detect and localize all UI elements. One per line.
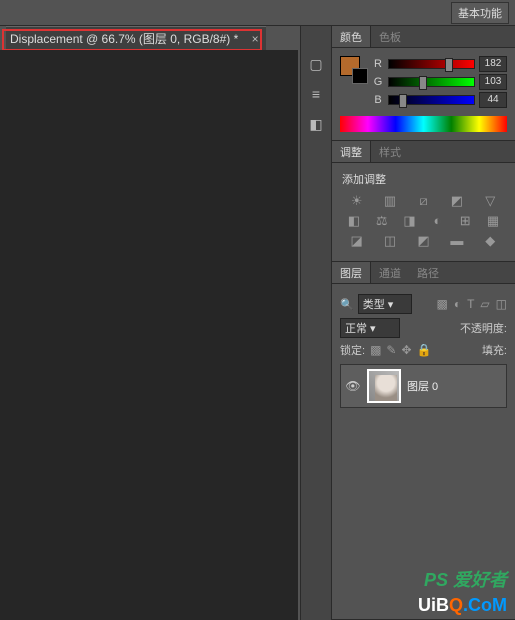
lock-all-icon[interactable]: 🔒 (417, 343, 432, 357)
info-icon[interactable]: ◧ (306, 116, 326, 136)
canvas-area[interactable] (0, 50, 298, 620)
g-label: G (372, 76, 384, 88)
hue-icon[interactable]: ◧ (346, 213, 362, 229)
visibility-icon[interactable]: 👁 (345, 379, 361, 393)
lock-pixels-icon[interactable]: ▩ (370, 343, 381, 357)
fill-label: 填充: (482, 342, 507, 358)
b-slider[interactable] (388, 95, 475, 105)
lookup-icon[interactable]: ▦ (485, 213, 501, 229)
panel-stack: 颜色 色板 R 182 G 103 (332, 26, 515, 620)
balance-icon[interactable]: ⚖ (374, 213, 390, 229)
spectrum-ramp[interactable] (340, 116, 507, 132)
b-label: B (372, 94, 384, 106)
filter-pixel-icon[interactable]: ▩ (436, 297, 447, 311)
adjustments-title: 添加调整 (342, 171, 507, 187)
properties-icon[interactable]: ≡ (306, 86, 326, 106)
invert-icon[interactable]: ◪ (349, 233, 365, 249)
filter-smart-icon[interactable]: ◫ (496, 297, 507, 311)
tab-swatches[interactable]: 色板 (371, 26, 409, 47)
g-slider[interactable] (388, 77, 475, 87)
close-icon[interactable]: × (252, 32, 259, 46)
lock-brush-icon[interactable]: ✎ (386, 343, 396, 357)
selective-color-icon[interactable]: ◆ (482, 233, 498, 249)
collapsed-panel-strip: ▢ ≡ ◧ (300, 26, 332, 620)
levels-icon[interactable]: ▥ (382, 193, 398, 209)
layer-thumbnail[interactable] (367, 369, 401, 403)
layer-row[interactable]: 👁 图层 0 (340, 364, 507, 408)
watermark-ps: PS 爱好者 (424, 566, 507, 592)
watermark-site: UiBQ.CoM (418, 595, 507, 616)
history-icon[interactable]: ▢ (306, 56, 326, 76)
gradient-map-icon[interactable]: ▬ (449, 233, 465, 249)
tab-adjustments[interactable]: 调整 (332, 141, 371, 162)
layers-panel-header: 图层 通道 路径 (332, 262, 515, 284)
g-value[interactable]: 103 (479, 74, 507, 90)
posterize-icon[interactable]: ◫ (382, 233, 398, 249)
document-tab-title: Displacement @ 66.7% (图层 0, RGB/8#) * (10, 32, 238, 46)
threshold-icon[interactable]: ◩ (415, 233, 431, 249)
bw-icon[interactable]: ◨ (402, 213, 418, 229)
photo-filter-icon[interactable]: ◐ (429, 213, 445, 229)
document-tab[interactable]: Displacement @ 66.7% (图层 0, RGB/8#) * × (6, 26, 266, 50)
vibrance-icon[interactable]: ▽ (482, 193, 498, 209)
filter-type-icon[interactable]: T (467, 297, 474, 311)
brightness-icon[interactable]: ☀ (349, 193, 365, 209)
filter-adjust-icon[interactable]: ◐ (454, 297, 461, 311)
r-slider[interactable] (388, 59, 475, 69)
app-toolbar: 基本功能 (0, 0, 515, 26)
search-icon[interactable]: 🔍 (340, 298, 354, 311)
color-panel-header: 颜色 色板 (332, 26, 515, 48)
exposure-icon[interactable]: ◩ (449, 193, 465, 209)
tab-channels[interactable]: 通道 (371, 262, 409, 283)
tab-paths[interactable]: 路径 (409, 262, 447, 283)
layer-name[interactable]: 图层 0 (407, 378, 438, 394)
filter-shape-icon[interactable]: ▱ (480, 297, 489, 311)
r-label: R (372, 58, 384, 70)
r-value[interactable]: 182 (479, 56, 507, 72)
color-panel: R 182 G 103 B 44 (332, 48, 515, 141)
adjustments-panel: 添加调整 ☀ ▥ ⧄ ◩ ▽ ◧ ⚖ ◨ ◐ ⊞ ▦ ◪ ◫ ◩ ▬ ◆ (332, 163, 515, 262)
lock-position-icon[interactable]: ✥ (401, 343, 411, 357)
filter-kind-select[interactable]: 类型 ▾ (358, 294, 412, 314)
channel-mixer-icon[interactable]: ⊞ (457, 213, 473, 229)
adjust-panel-header: 调整 样式 (332, 141, 515, 163)
right-panels: ▢ ≡ ◧ 颜色 色板 R 182 G (300, 26, 515, 620)
lock-label: 锁定: (340, 342, 365, 358)
curves-icon[interactable]: ⧄ (415, 193, 431, 209)
workspace-preset-button[interactable]: 基本功能 (451, 2, 509, 24)
tab-styles[interactable]: 样式 (371, 141, 409, 162)
tab-layers[interactable]: 图层 (332, 262, 371, 283)
color-swatches[interactable] (340, 56, 368, 84)
blend-mode-select[interactable]: 正常 ▾ (340, 318, 400, 338)
opacity-label: 不透明度: (460, 320, 507, 336)
b-value[interactable]: 44 (479, 92, 507, 108)
background-swatch[interactable] (352, 68, 368, 84)
tab-color[interactable]: 颜色 (332, 26, 371, 47)
